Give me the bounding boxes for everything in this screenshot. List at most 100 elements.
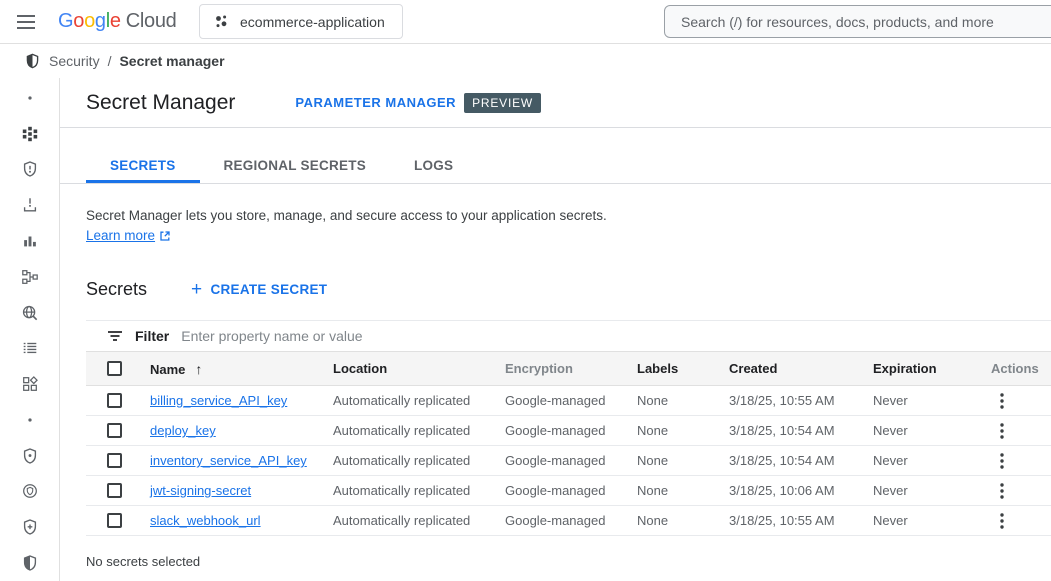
cell-expiration: Never (873, 483, 985, 498)
cell-location: Automatically replicated (333, 453, 505, 468)
secret-name-link[interactable]: billing_service_API_key (150, 393, 287, 408)
column-name-label: Name (150, 362, 185, 377)
learn-more-link[interactable]: Learn more (86, 226, 171, 246)
filter-icon (107, 330, 123, 342)
column-header-labels[interactable]: Labels (637, 361, 729, 376)
sort-ascending-icon: ↑ (195, 361, 202, 377)
nav-dashboard-blocks-icon[interactable] (0, 116, 60, 152)
security-shield-icon (24, 52, 41, 70)
row-checkbox[interactable] (107, 393, 122, 408)
nav-list-icon[interactable] (0, 330, 60, 366)
nav-tray-alert-icon[interactable] (0, 187, 60, 223)
top-app-bar: Google Cloud ecommerce-application (0, 0, 1051, 44)
secrets-section-header: Secrets + CREATE SECRET (86, 272, 1051, 306)
cell-labels: None (637, 513, 729, 528)
cell-labels: None (637, 393, 729, 408)
parameter-manager-link[interactable]: PARAMETER MANAGER (295, 95, 456, 110)
project-selector[interactable]: ecommerce-application (199, 4, 403, 39)
description-text: Secret Manager lets you store, manage, a… (86, 208, 607, 223)
nav-grid-diamond-icon[interactable] (0, 366, 60, 402)
row-actions-menu-icon[interactable] (989, 448, 1015, 474)
cell-created: 3/18/25, 10:54 AM (729, 423, 873, 438)
row-checkbox[interactable] (107, 483, 122, 498)
search-input[interactable] (664, 5, 1051, 38)
secret-name-link[interactable]: jwt-signing-secret (150, 483, 251, 498)
table-row: inventory_service_API_key Automatically … (86, 446, 1051, 476)
cell-location: Automatically replicated (333, 483, 505, 498)
table-row: jwt-signing-secret Automatically replica… (86, 476, 1051, 506)
secrets-table: Filter Name ↑ Location Encryption Labels … (86, 320, 1051, 536)
column-header-location[interactable]: Location (333, 361, 505, 376)
cell-location: Automatically replicated (333, 423, 505, 438)
column-header-expiration[interactable]: Expiration (873, 361, 985, 376)
secret-name-link[interactable]: inventory_service_API_key (150, 453, 307, 468)
breadcrumb: Security / Secret manager (0, 44, 1051, 78)
column-header-encryption: Encryption (505, 361, 637, 376)
nav-shield-check-icon[interactable] (0, 438, 60, 474)
logo-letter: G (58, 10, 73, 33)
table-header-row: Name ↑ Location Encryption Labels Created… (86, 351, 1051, 386)
cell-expiration: Never (873, 453, 985, 468)
cell-encryption: Google-managed (505, 513, 637, 528)
cell-encryption: Google-managed (505, 483, 637, 498)
cell-encryption: Google-managed (505, 453, 637, 468)
menu-hamburger-icon[interactable] (0, 0, 52, 44)
nav-shield-plus-icon[interactable] (0, 509, 60, 545)
filter-bar[interactable]: Filter (86, 320, 1051, 351)
row-actions-menu-icon[interactable] (989, 478, 1015, 504)
learn-more-label: Learn more (86, 226, 155, 246)
preview-badge: PREVIEW (464, 93, 541, 113)
row-actions-menu-icon[interactable] (989, 508, 1015, 534)
nav-dot-icon[interactable] (0, 80, 60, 116)
cell-created: 3/18/25, 10:06 AM (729, 483, 873, 498)
column-header-name[interactable]: Name ↑ (150, 361, 333, 377)
cell-expiration: Never (873, 423, 985, 438)
cell-created: 3/18/25, 10:54 AM (729, 453, 873, 468)
row-actions-menu-icon[interactable] (989, 418, 1015, 444)
create-secret-button[interactable]: + CREATE SECRET (191, 280, 327, 299)
nav-globe-search-icon[interactable] (0, 295, 60, 331)
selection-status: No secrets selected (86, 554, 1051, 569)
cell-encryption: Google-managed (505, 423, 637, 438)
row-checkbox[interactable] (107, 453, 122, 468)
page-title: Secret Manager (86, 91, 235, 115)
cell-location: Automatically replicated (333, 393, 505, 408)
external-link-icon (159, 230, 171, 242)
filter-input[interactable] (181, 328, 1051, 344)
secret-name-link[interactable]: deploy_key (150, 423, 216, 438)
left-nav-rail (0, 78, 60, 581)
nav-compliance-circle-icon[interactable] (0, 474, 60, 510)
column-header-created[interactable]: Created (729, 361, 873, 376)
tab-regional-secrets[interactable]: REGIONAL SECRETS (200, 148, 391, 183)
cell-labels: None (637, 483, 729, 498)
plus-icon: + (191, 280, 202, 299)
table-row: deploy_key Automatically replicated Goog… (86, 416, 1051, 446)
cell-location: Automatically replicated (333, 513, 505, 528)
secrets-heading: Secrets (86, 279, 147, 300)
nav-shield-half-icon[interactable] (0, 545, 60, 581)
cell-encryption: Google-managed (505, 393, 637, 408)
tab-secrets[interactable]: SECRETS (86, 148, 200, 183)
google-cloud-logo[interactable]: Google Cloud (58, 10, 177, 33)
row-actions-menu-icon[interactable] (989, 388, 1015, 414)
nav-shield-alert-icon[interactable] (0, 152, 60, 188)
cell-labels: None (637, 423, 729, 438)
filter-label: Filter (135, 328, 169, 344)
column-header-actions: Actions (985, 361, 1051, 376)
select-all-checkbox[interactable] (107, 361, 122, 376)
nav-bar-chart-icon[interactable] (0, 223, 60, 259)
logo-letter: o (73, 10, 84, 33)
secret-name-link[interactable]: slack_webhook_url (150, 513, 261, 528)
nav-network-topology-icon[interactable] (0, 259, 60, 295)
nav-dot-icon[interactable] (0, 402, 60, 438)
tab-logs[interactable]: LOGS (390, 148, 477, 183)
logo-letter: o (84, 10, 95, 33)
page-header: Secret Manager PARAMETER MANAGER PREVIEW (60, 78, 1051, 128)
row-checkbox[interactable] (107, 513, 122, 528)
cell-created: 3/18/25, 10:55 AM (729, 513, 873, 528)
cell-labels: None (637, 453, 729, 468)
create-secret-label: CREATE SECRET (210, 282, 327, 297)
logo-letter: g (95, 10, 106, 33)
row-checkbox[interactable] (107, 423, 122, 438)
breadcrumb-security[interactable]: Security (49, 53, 100, 69)
